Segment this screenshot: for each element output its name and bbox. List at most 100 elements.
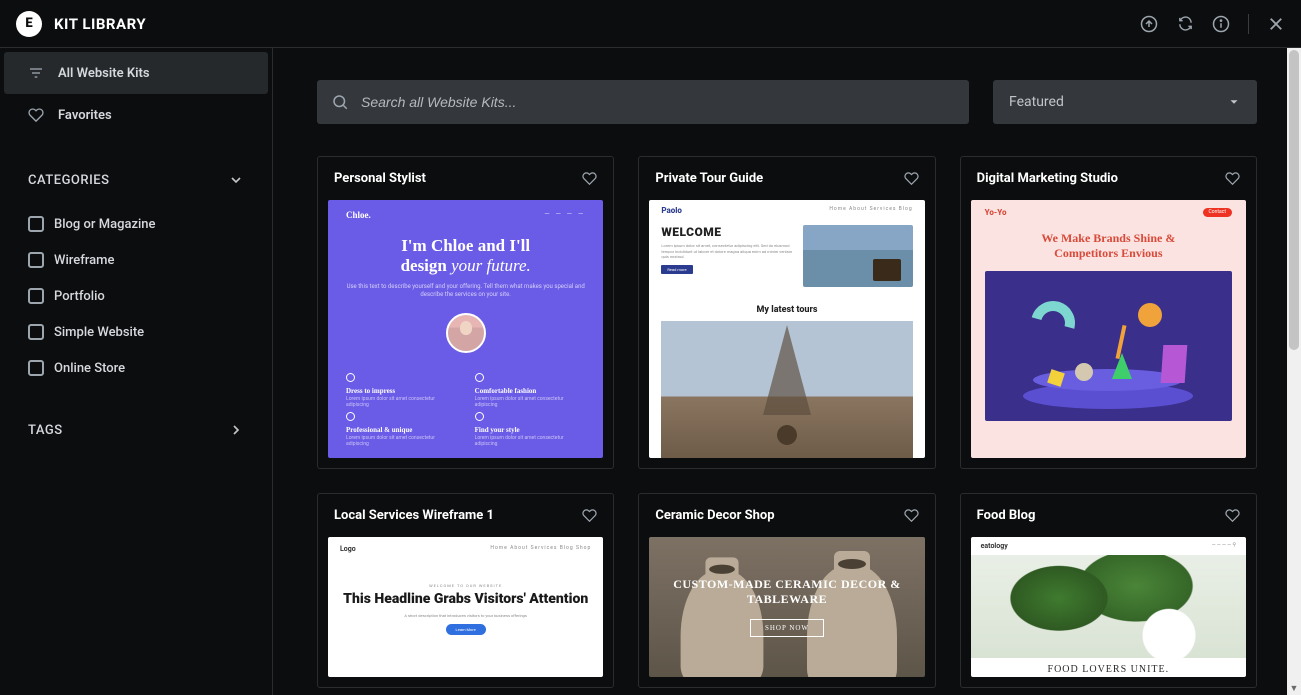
sidebar-item-all-kits[interactable]: All Website Kits <box>4 52 268 94</box>
thumb-nav: — — — — ⚲ <box>1212 542 1236 550</box>
info-icon[interactable] <box>1212 15 1230 33</box>
chevron-down-icon <box>228 172 244 188</box>
kits-grid: Personal Stylist Chloe. — — — — I'm Chloe… <box>317 156 1257 688</box>
thumb-text: WELCOME TO OUR WEBSITE <box>340 583 591 588</box>
header-divider <box>1248 14 1249 34</box>
chevron-down-icon <box>1227 95 1241 109</box>
thumb-brand: Yo-Yo <box>985 208 1007 217</box>
thumb-text: Professional & unique <box>346 426 457 434</box>
thumb-brand: Chloe. <box>346 210 371 220</box>
card-title: Personal Stylist <box>334 171 426 186</box>
kit-card[interactable]: Digital Marketing Studio Yo-Yo Contact We… <box>960 156 1257 469</box>
elementor-logo-icon: E <box>16 11 42 37</box>
header-left: E KIT LIBRARY <box>16 11 146 37</box>
category-checkbox[interactable]: Simple Website <box>28 314 244 350</box>
card-thumbnail: PaoloHome About Services Blog WELCOME Lo… <box>649 200 924 458</box>
thumb-brand: eatology <box>981 542 1008 550</box>
refresh-icon[interactable] <box>1176 15 1194 33</box>
search-field[interactable] <box>317 80 969 124</box>
thumb-text: Find your style <box>475 426 586 434</box>
categories-list: Blog or Magazine Wireframe Portfolio Sim… <box>0 200 272 410</box>
kit-card[interactable]: Food Blog eatology — — — — ⚲ FOOD LOVERS … <box>960 493 1257 688</box>
card-title: Local Services Wireframe 1 <box>334 508 494 523</box>
card-title: Ceramic Decor Shop <box>655 508 774 523</box>
favorite-toggle[interactable] <box>904 171 919 186</box>
filter-icon <box>28 65 44 81</box>
thumb-brand: Logo <box>340 545 356 553</box>
card-title: Food Blog <box>977 508 1036 523</box>
toolbar: Featured <box>317 80 1257 124</box>
thumb-image <box>985 271 1232 421</box>
thumb-headline: This Headline Grabs Visitors' Attention <box>340 592 591 607</box>
checkbox-icon <box>28 216 44 232</box>
favorite-toggle[interactable] <box>582 508 597 523</box>
thumb-caption: FOOD LOVERS UNITE. <box>971 658 1246 677</box>
kit-card[interactable]: Local Services Wireframe 1 LogoHome Abou… <box>317 493 614 688</box>
category-checkbox[interactable]: Portfolio <box>28 278 244 314</box>
sidebar-item-label: Favorites <box>58 108 112 123</box>
thumb-image <box>803 225 913 287</box>
app-header: E KIT LIBRARY <box>0 0 1301 48</box>
card-title: Digital Marketing Studio <box>977 171 1118 186</box>
categories-header[interactable]: CATEGORIES <box>0 160 272 200</box>
search-input[interactable] <box>361 94 955 110</box>
favorite-toggle[interactable] <box>904 508 919 523</box>
checkbox-icon <box>28 252 44 268</box>
thumb-text: Lorem ipsum dolor sit amet consectetur a… <box>346 396 457 408</box>
thumb-headline: We Make Brands Shine & Competitors Envio… <box>1018 231 1198 261</box>
sidebar-item-label: All Website Kits <box>58 66 150 81</box>
category-label: Online Store <box>54 361 125 376</box>
thumb-text: Lorem ipsum dolor sit amet consectetur a… <box>475 396 586 408</box>
thumb-text: Dress to impress <box>346 387 457 395</box>
thumb-text: Comfortable fashion <box>475 387 586 395</box>
category-checkbox[interactable]: Online Store <box>28 350 244 386</box>
checkbox-icon <box>28 324 44 340</box>
thumb-button: Read more <box>661 265 692 274</box>
thumb-headline: I'm Chloe and I'll design your future. <box>346 236 585 275</box>
sort-value: Featured <box>1009 94 1064 110</box>
kit-card[interactable]: Personal Stylist Chloe. — — — — I'm Chloe… <box>317 156 614 469</box>
thumb-image <box>661 321 912 458</box>
card-header: Personal Stylist <box>318 157 613 200</box>
category-label: Portfolio <box>54 289 105 304</box>
category-checkbox[interactable]: Blog or Magazine <box>28 206 244 242</box>
upload-icon[interactable] <box>1140 15 1158 33</box>
category-label: Wireframe <box>54 253 114 268</box>
category-label: Simple Website <box>54 325 144 340</box>
sort-dropdown[interactable]: Featured <box>993 80 1257 124</box>
thumb-button: SHOP NOW <box>750 619 824 637</box>
kit-card[interactable]: Private Tour Guide PaoloHome About Servi… <box>638 156 935 469</box>
thumb-text: A short description that introduces visi… <box>340 613 591 618</box>
thumb-button: Learn More <box>446 624 486 635</box>
card-thumbnail: LogoHome About Services Blog Shop WELCOM… <box>328 537 603 677</box>
thumb-text: design <box>401 256 452 275</box>
favorite-toggle[interactable] <box>1225 171 1240 186</box>
thumb-text: Lorem ipsum dolor sit amet consectetur a… <box>346 435 457 447</box>
close-icon[interactable] <box>1267 15 1285 33</box>
kit-card[interactable]: Ceramic Decor Shop CUSTOM-MADE CERAMIC D… <box>638 493 935 688</box>
checkbox-icon <box>28 360 44 376</box>
main-content: Featured Personal Stylist Chloe. — — — — <box>273 48 1301 695</box>
categories-label: CATEGORIES <box>28 173 109 188</box>
thumb-headline: WELCOME <box>661 225 792 239</box>
search-icon <box>331 93 349 111</box>
tags-label: TAGS <box>28 423 63 438</box>
thumb-subtext: Use this text to describe yourself and y… <box>346 283 585 299</box>
sidebar-item-favorites[interactable]: Favorites <box>4 94 268 136</box>
favorite-toggle[interactable] <box>582 171 597 186</box>
scrollbar-thumb[interactable] <box>1289 50 1299 350</box>
card-title: Private Tour Guide <box>655 171 763 186</box>
thumb-nav: — — — — <box>544 210 585 220</box>
scroll-down-icon[interactable]: ▼ <box>1287 681 1301 695</box>
thumb-nav: Home About Services Blog <box>829 206 912 215</box>
favorite-toggle[interactable] <box>1225 508 1240 523</box>
tags-header[interactable]: TAGS <box>0 410 272 450</box>
chevron-right-icon <box>228 422 244 438</box>
card-header: Digital Marketing Studio <box>961 157 1256 200</box>
card-header: Food Blog <box>961 494 1256 537</box>
card-thumbnail: Chloe. — — — — I'm Chloe and I'll design … <box>328 200 603 458</box>
card-header: Private Tour Guide <box>639 157 934 200</box>
category-checkbox[interactable]: Wireframe <box>28 242 244 278</box>
thumb-button: Contact <box>1203 208 1232 217</box>
page-scrollbar[interactable]: ▲ ▼ <box>1287 48 1301 695</box>
